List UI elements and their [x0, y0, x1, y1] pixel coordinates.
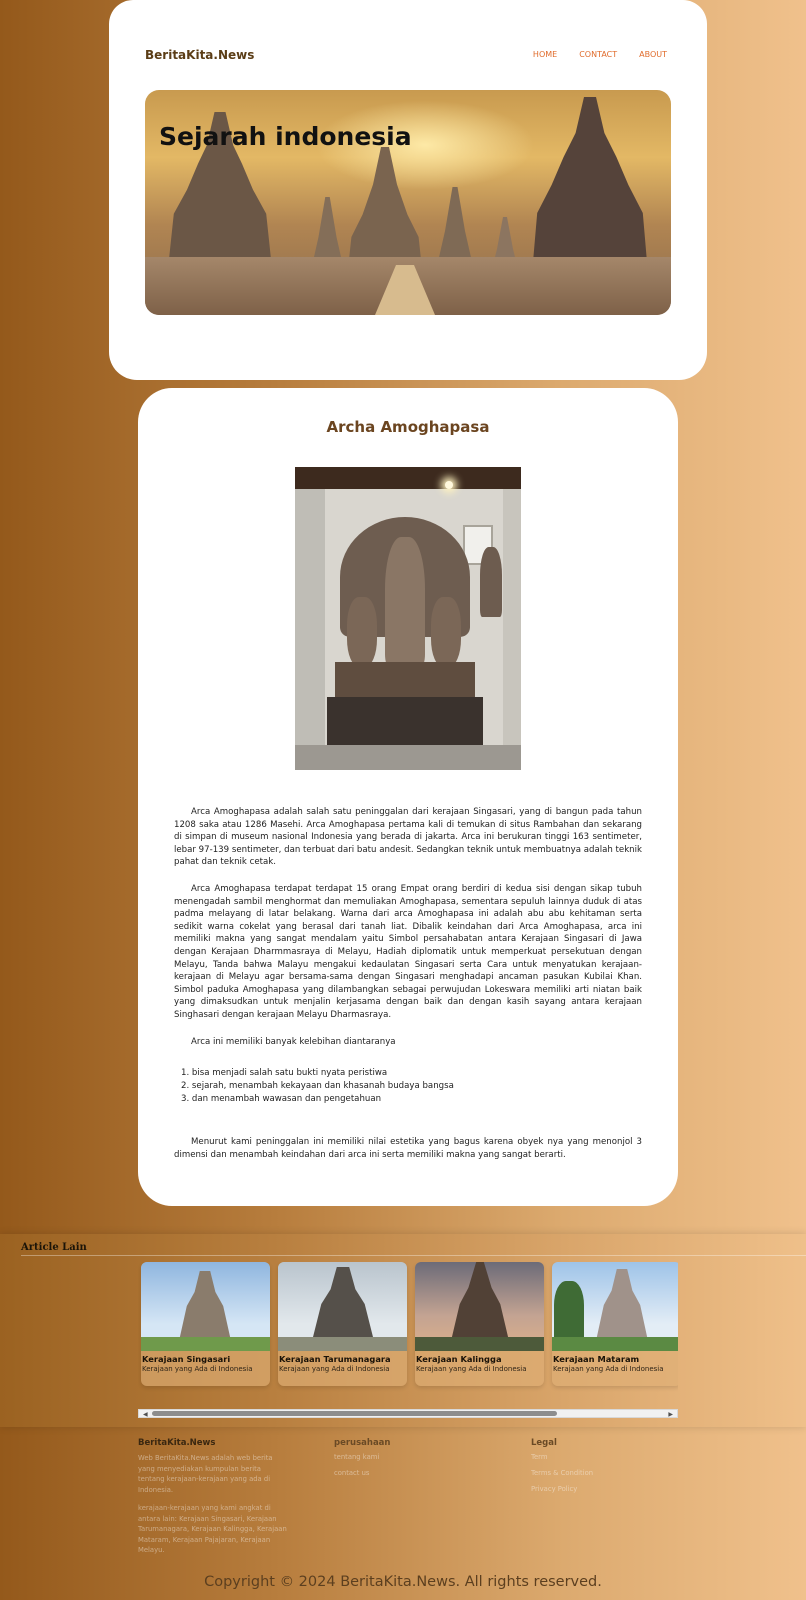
article-card: Archa Amoghapasa Arca Amoghapasa adalah …	[138, 388, 678, 1206]
footer: BeritaKita.News Web BeritaKita.News adal…	[0, 1427, 806, 1600]
card-grass	[552, 1337, 678, 1351]
card-subtitle: Kerajaan yang Ada di Indonesia	[142, 1365, 253, 1373]
footer-link-term[interactable]: Term	[531, 1453, 681, 1461]
footer-kingdoms: kerajaan-kerajaan yang kami angkat di an…	[138, 1504, 287, 1554]
card-image	[278, 1262, 407, 1351]
statue-image	[295, 467, 521, 770]
scroll-left-arrow-icon[interactable]: ◀	[143, 1411, 148, 1418]
article-paragraph: Arca ini memiliki banyak kelebihan diant…	[191, 1036, 396, 1047]
card-title: Kerajaan Singasari	[142, 1354, 231, 1364]
nav-home[interactable]: HOME	[533, 50, 557, 59]
main-nav: HOME CONTACT ABOUT	[533, 50, 667, 59]
temple-shape	[451, 1262, 509, 1341]
photo-floor	[295, 745, 521, 770]
card-subtitle: Kerajaan yang Ada di Indonesia	[553, 1365, 664, 1373]
list-item: 3. dan menambah wawasan dan pengetahuan	[181, 1093, 382, 1104]
footer-legal: Legal Term Terms & Condition Privacy Pol…	[531, 1438, 681, 1501]
statue-base	[335, 662, 475, 697]
advantages-list: 1. bisa menjadi salah satu bukti nyata p…	[181, 1067, 642, 1105]
footer-link-terms-condition[interactable]: Terms & Condition	[531, 1469, 681, 1477]
photo-wall	[295, 489, 325, 770]
article-card-tarumanagara[interactable]: Kerajaan Tarumanagara Kerajaan yang Ada …	[278, 1262, 407, 1386]
card-image	[141, 1262, 270, 1351]
statue-body	[385, 537, 425, 667]
card-grass	[278, 1337, 407, 1351]
scrollbar-thumb[interactable]	[152, 1411, 557, 1416]
footer-link-privacy[interactable]: Privacy Policy	[531, 1485, 681, 1493]
hero-banner: Sejarah indonesia	[145, 90, 671, 315]
photo-light	[445, 481, 453, 489]
card-image	[415, 1262, 544, 1351]
tree-shape	[554, 1281, 584, 1341]
photo-ceiling	[295, 467, 521, 489]
card-grass	[141, 1337, 270, 1351]
list-item: 2. sejarah, menambah kekayaan dan khasan…	[181, 1080, 454, 1091]
nav-contact[interactable]: CONTACT	[579, 50, 617, 59]
temple-shape	[179, 1271, 231, 1341]
scroll-right-arrow-icon[interactable]: ▶	[668, 1411, 673, 1418]
footer-link-contact[interactable]: contact us	[334, 1469, 484, 1477]
card-title: Kerajaan Kalingga	[416, 1354, 502, 1364]
photo-relic	[480, 547, 502, 617]
copyright: Copyright © 2024 BeritaKita.News. All ri…	[204, 1574, 602, 1590]
temple-shape	[312, 1267, 374, 1341]
hero-title: Sejarah indonesia	[159, 122, 412, 151]
article-card-kalingga[interactable]: Kerajaan Kalingga Kerajaan yang Ada di I…	[415, 1262, 544, 1386]
article-lain-section: Article Lain Kerajaan Singasari Kerajaan…	[0, 1234, 806, 1427]
card-title: Kerajaan Mataram	[553, 1354, 640, 1364]
card-image	[552, 1262, 678, 1351]
statue-pedestal	[327, 697, 483, 745]
header-card: BeritaKita.News HOME CONTACT ABOUT Sejar…	[109, 0, 707, 380]
footer-brand: BeritaKita.News	[138, 1438, 216, 1448]
article-closing: Menurut kami peninggalan ini memiliki ni…	[174, 1137, 642, 1161]
statue-figure	[347, 597, 377, 667]
article-paragraph: Arca Amoghapasa terdapat terdapat 15 ora…	[174, 883, 642, 1020]
card-subtitle: Kerajaan yang Ada di Indonesia	[416, 1365, 527, 1373]
nav-about[interactable]: ABOUT	[639, 50, 667, 59]
cards-scroller[interactable]: Kerajaan Singasari Kerajaan yang Ada di …	[138, 1262, 678, 1392]
footer-legal-title: Legal	[531, 1438, 557, 1448]
article-paragraph: Arca Amoghapasa adalah salah satu pening…	[174, 807, 642, 868]
brand-logo[interactable]: BeritaKita.News	[145, 48, 254, 62]
card-title: Kerajaan Tarumanagara	[279, 1354, 391, 1364]
statue-figure	[431, 597, 461, 667]
card-subtitle: Kerajaan yang Ada di Indonesia	[279, 1365, 390, 1373]
footer-company-title: perusahaan	[334, 1438, 391, 1448]
photo-wall	[503, 489, 521, 770]
horizontal-scrollbar[interactable]: ◀ ▶	[138, 1409, 678, 1418]
list-item: 1. bisa menjadi salah satu bukti nyata p…	[181, 1068, 388, 1079]
article-title: Archa Amoghapasa	[326, 418, 490, 436]
article-lain-title: Article Lain	[21, 1242, 87, 1253]
footer-about: BeritaKita.News Web BeritaKita.News adal…	[138, 1438, 288, 1564]
footer-link-about[interactable]: tentang kami	[334, 1453, 484, 1461]
temple-shape	[596, 1269, 648, 1341]
article-card-mataram[interactable]: Kerajaan Mataram Kerajaan yang Ada di In…	[552, 1262, 678, 1386]
article-card-singasari[interactable]: Kerajaan Singasari Kerajaan yang Ada di …	[141, 1262, 270, 1386]
card-grass	[415, 1337, 544, 1351]
footer-description: Web BeritaKita.News adalah web berita ya…	[138, 1454, 273, 1494]
footer-company: perusahaan tentang kami contact us	[334, 1438, 484, 1485]
article-body: Arca Amoghapasa adalah salah satu pening…	[174, 806, 642, 1176]
divider	[21, 1255, 806, 1256]
